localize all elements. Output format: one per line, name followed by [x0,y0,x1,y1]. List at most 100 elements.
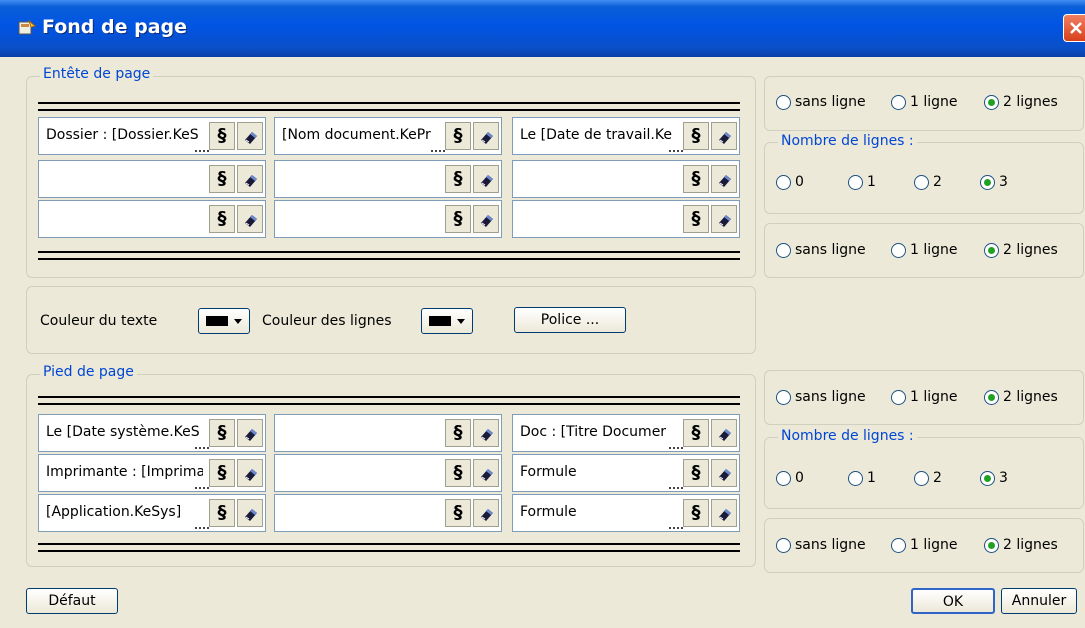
font-button[interactable]: Police ... [514,307,626,333]
header-cell[interactable]: § [38,160,266,198]
section-field-button[interactable]: § [209,499,235,527]
eraser-button[interactable] [237,499,263,527]
section-field-button[interactable]: § [683,419,709,447]
eraser-button[interactable] [711,499,737,527]
eraser-button[interactable] [473,122,499,150]
header-cell[interactable]: § [274,200,502,238]
chevron-down-icon [457,319,465,324]
nb-lines-radio-1[interactable]: 1 [848,470,876,486]
footer-cell[interactable]: § [274,454,502,492]
nb-lines-radio-0[interactable]: 0 [776,174,804,190]
line-color-label: Couleur des lignes [262,313,392,329]
nb-lines-radio-1[interactable]: 1 [848,174,876,190]
eraser-button[interactable] [711,122,737,150]
section-field-button[interactable]: § [209,205,235,233]
eraser-button[interactable] [473,499,499,527]
radio-circle [914,470,929,486]
radio-label: 2 [933,174,942,190]
eraser-button[interactable] [473,165,499,193]
truncation-indicator [669,445,683,449]
header-cell[interactable]: § [274,160,502,198]
line-style-radio[interactable]: sans ligne [776,537,866,553]
eraser-button[interactable] [711,419,737,447]
section-field-button[interactable]: § [209,165,235,193]
line-style-radio[interactable]: 1 ligne [891,537,958,553]
section-field-button[interactable]: § [683,205,709,233]
eraser-button[interactable] [711,459,737,487]
default-button[interactable]: Défaut [26,588,118,614]
line-color-select[interactable] [421,308,473,334]
cancel-button[interactable]: Annuler [1001,588,1077,614]
eraser-button[interactable] [237,459,263,487]
section-field-button[interactable]: § [209,419,235,447]
eraser-button[interactable] [473,205,499,233]
line-style-radio[interactable]: 1 ligne [891,242,958,258]
line-color-swatch [429,316,451,326]
header-cell[interactable]: § [512,160,740,198]
eraser-button[interactable] [711,165,737,193]
close-button[interactable] [1063,14,1085,42]
nb-lines-radio-2[interactable]: 2 [914,470,942,486]
text-color-select[interactable] [198,308,250,334]
section-field-button[interactable]: § [445,122,471,150]
radio-label: 2 lignes [1003,94,1058,110]
header-cell[interactable]: § [512,200,740,238]
footer-cell-text: Formule [520,504,577,520]
header-cell[interactable]: [Nom document.KePr § [274,117,502,155]
radio-label: 1 ligne [910,537,958,553]
section-field-button[interactable]: § [445,165,471,193]
eraser-button[interactable] [473,459,499,487]
footer-cell[interactable]: § [274,494,502,532]
footer-cell[interactable]: Formule § [512,454,740,492]
nb-lines-radio-3[interactable]: 3 [980,174,1008,190]
nb-lines-radio-0[interactable]: 0 [776,470,804,486]
radio-circle [776,389,791,405]
line-style-radio[interactable]: 1 ligne [891,389,958,405]
radio-circle [891,242,906,258]
section-field-button[interactable]: § [683,459,709,487]
line-style-radio[interactable]: sans ligne [776,242,866,258]
section-field-button[interactable]: § [683,122,709,150]
radio-circle [914,174,929,190]
header-cell[interactable]: Dossier : [Dossier.KeS § [38,117,266,155]
line-style-radio[interactable]: 1 ligne [891,94,958,110]
line-style-radio[interactable]: sans ligne [776,389,866,405]
line-style-radio[interactable]: 2 lignes [984,94,1058,110]
line-style-radio[interactable]: 2 lignes [984,389,1058,405]
footer-cell[interactable]: Formule § [512,494,740,532]
footer-cell[interactable]: Doc : [Titre Documer § [512,414,740,452]
eraser-button[interactable] [237,419,263,447]
section-field-button[interactable]: § [445,459,471,487]
footer-cell[interactable]: Imprimante : [Imprimar § [38,454,266,492]
section-field-button[interactable]: § [445,419,471,447]
eraser-button[interactable] [473,419,499,447]
truncation-indicator [669,525,683,529]
nb-lines-radio-3[interactable]: 3 [980,470,1008,486]
footer-cell[interactable]: [Application.KeSys] § [38,494,266,532]
line-style-radio[interactable]: 2 lignes [984,242,1058,258]
line-style-radio[interactable]: 2 lignes [984,537,1058,553]
section-field-button[interactable]: § [209,459,235,487]
section-field-button[interactable]: § [445,499,471,527]
footer-cell[interactable]: § [274,414,502,452]
radio-label: sans ligne [795,94,866,110]
header-cell-text: [Nom document.KePr [282,127,431,143]
eraser-button[interactable] [237,122,263,150]
section-field-button[interactable]: § [445,205,471,233]
footer-cell[interactable]: Le [Date système.KeS § [38,414,266,452]
radio-label: 1 ligne [910,389,958,405]
radio-label: 2 lignes [1003,389,1058,405]
section-field-button[interactable]: § [683,165,709,193]
header-cell[interactable]: § [38,200,266,238]
eraser-button[interactable] [237,165,263,193]
header-cell[interactable]: Le [Date de travail.Ke § [512,117,740,155]
nb-lines-radio-2[interactable]: 2 [914,174,942,190]
truncation-indicator [195,445,209,449]
eraser-button[interactable] [711,205,737,233]
eraser-button[interactable] [237,205,263,233]
eraser-icon [719,429,731,441]
section-field-button[interactable]: § [683,499,709,527]
line-style-radio[interactable]: sans ligne [776,94,866,110]
ok-button[interactable]: OK [911,588,995,614]
section-field-button[interactable]: § [209,122,235,150]
